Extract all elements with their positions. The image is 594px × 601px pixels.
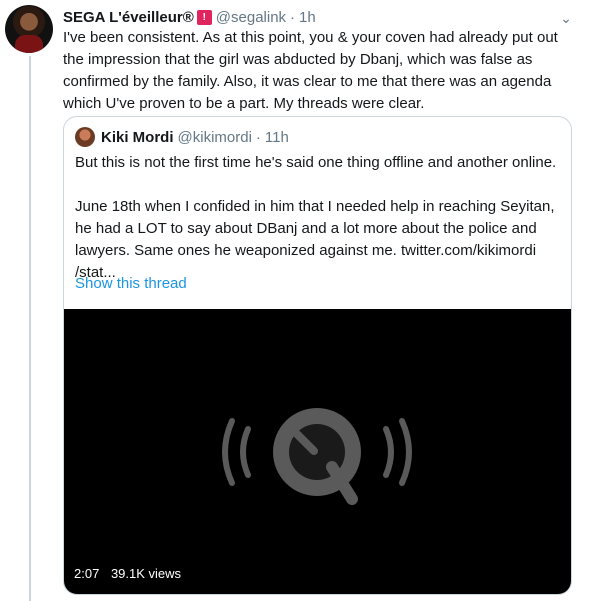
quoted-tweet-text: But this is not the first time he's said… <box>75 152 560 284</box>
author-display-name[interactable]: SEGA L'éveilleur® <box>63 9 194 26</box>
tweet[interactable]: SEGA L'éveilleur® ! @segalink · 1h ⌄ I'v… <box>0 0 594 601</box>
quoted-tweet[interactable]: Kiki Mordi @kikimordi · 11h But this is … <box>63 116 572 595</box>
siren-emoji-icon: ! <box>196 9 212 25</box>
video-stats: 2:07 39.1K views <box>74 566 181 581</box>
quoted-author-display-name: Kiki Mordi <box>101 128 174 146</box>
tweet-header: SEGA L'éveilleur® ! @segalink · 1h <box>63 7 316 27</box>
quicktime-logo-icon <box>222 408 412 505</box>
quoted-tweet-header: Kiki Mordi @kikimordi · 11h <box>75 127 289 147</box>
separator-dot: · <box>290 8 296 26</box>
video-view-count: 39.1K views <box>110 566 182 581</box>
show-thread-link[interactable]: Show this thread <box>75 275 187 292</box>
thread-connector-line <box>29 56 31 601</box>
separator-dot: · <box>255 128 261 146</box>
tweet-text: I've been consistent. As at this point, … <box>63 29 558 112</box>
more-options-chevron-icon[interactable]: ⌄ <box>555 7 577 29</box>
tweet-timestamp[interactable]: 1h <box>299 9 316 26</box>
quoted-author-avatar <box>75 127 95 147</box>
quoted-tweet-timestamp: 11h <box>264 128 289 146</box>
quoted-paragraph-2: June 18th when I confided in him that I … <box>75 198 555 281</box>
author-avatar[interactable] <box>5 5 53 53</box>
video-duration: 2:07 <box>74 566 100 581</box>
video-player[interactable]: 2:07 39.1K views <box>64 309 571 594</box>
author-handle[interactable]: @segalink <box>216 9 286 26</box>
quoted-paragraph-1: But this is not the first time he's said… <box>75 154 557 171</box>
quoted-author-handle: @kikimordi <box>177 128 252 146</box>
